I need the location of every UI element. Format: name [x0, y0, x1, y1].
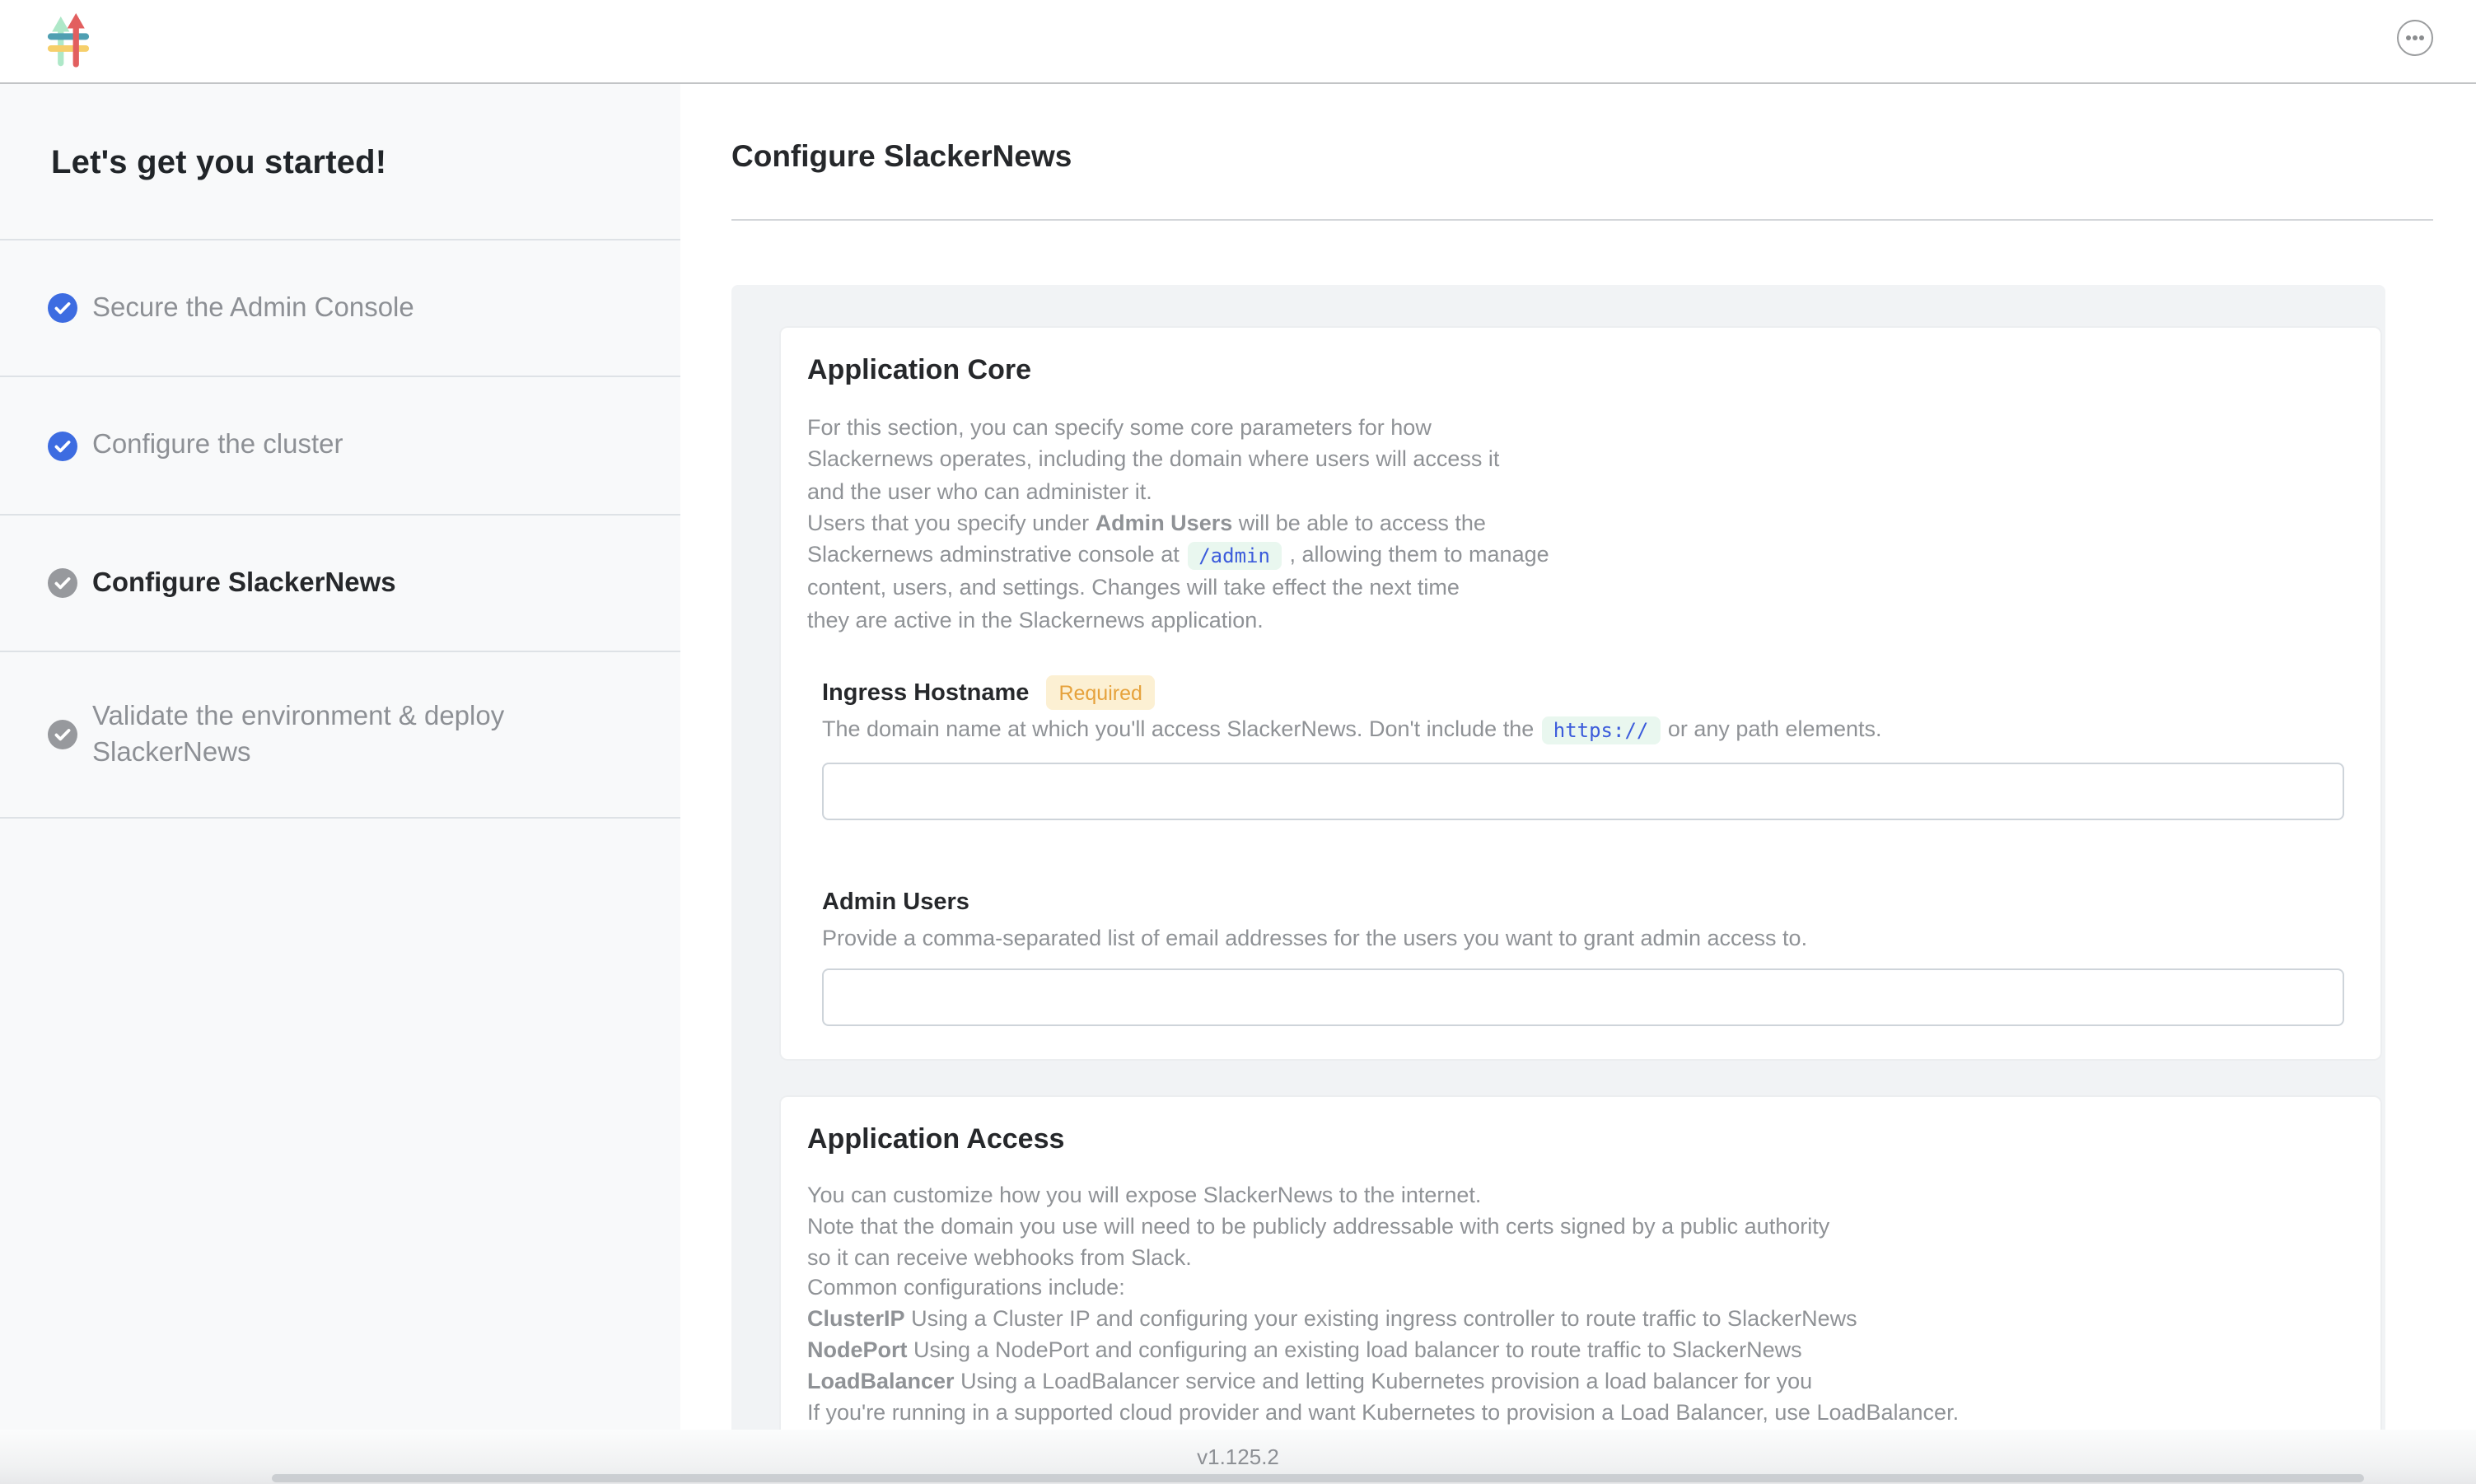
text-segment: and the user who can administer it. [807, 478, 1152, 503]
text-segment: content, users, and settings. Changes wi… [807, 576, 1460, 600]
card-title: Application Access [807, 1120, 2354, 1160]
text-segment: they are active in the Slackernews appli… [807, 608, 1264, 632]
text-segment: Admin Users [1096, 511, 1233, 535]
text-line: If you're running in a supported cloud p… [807, 1398, 2354, 1429]
field-help-text: The domain name at which you'll access S… [822, 713, 2354, 747]
text-segment: Note that the domain you use will need t… [807, 1214, 1829, 1239]
sidebar-step-label: Configure SlackerNews [92, 565, 396, 602]
config-main-area: Configure SlackerNews Application Core F… [731, 84, 2476, 1484]
text-line: For this section, you can specify some c… [807, 412, 2354, 444]
text-segment: , allowing them to manage [1283, 542, 1549, 567]
text-segment: so it can receive webhooks from Slack. [807, 1244, 1192, 1269]
text-segment: If you're running in a supported cloud p… [807, 1399, 1959, 1424]
field-help-text: Provide a comma-separated list of email … [822, 922, 2354, 954]
slackernews-logo-icon [46, 13, 91, 76]
card-description: For this section, you can specify some c… [807, 412, 2354, 636]
text-segment: Provide a comma-separated list of email … [822, 925, 1807, 950]
sidebar-step-secure-admin-console[interactable]: Secure the Admin Console [0, 240, 680, 377]
field-label: Ingress Hostname [822, 676, 1029, 709]
text-segment: ClusterIP [807, 1306, 905, 1331]
card-title: Application Core [807, 351, 2354, 390]
text-segment: Using a Cluster IP and configuring your … [905, 1306, 1857, 1331]
text-line: You can customize how you will expose Sl… [807, 1181, 2354, 1212]
admin-users-field-group: Admin Users Provide a comma-separated li… [822, 885, 2354, 1026]
text-line: ClusterIP Using a Cluster IP and configu… [807, 1304, 2354, 1336]
admin-users-input[interactable] [822, 968, 2344, 1026]
text-segment: will be able to access the [1232, 511, 1486, 535]
app-window: Let's get you started! Secure the Admin … [0, 0, 2476, 1484]
ellipsis-icon [2404, 26, 2427, 49]
sidebar-header: Let's get you started! [0, 84, 680, 240]
text-segment: Common configurations include: [807, 1276, 1125, 1300]
text-line: The domain name at which you'll access S… [822, 713, 2354, 747]
sidebar-step-label: Validate the environment & deploy Slacke… [92, 698, 540, 771]
page-title: Configure SlackerNews [731, 138, 2476, 175]
text-segment: NodePort [807, 1337, 908, 1362]
text-line: they are active in the Slackernews appli… [807, 604, 2354, 637]
setup-steps-sidebar: Let's get you started! Secure the Admin … [0, 84, 680, 1484]
sidebar-step-configure-slackernews[interactable]: Configure SlackerNews [0, 516, 680, 652]
sidebar-step-label: Configure the cluster [92, 427, 343, 464]
text-segment: The domain name at which you'll access S… [822, 716, 1540, 741]
text-line: LoadBalancer Using a LoadBalancer servic… [807, 1367, 2354, 1398]
text-line: Note that the domain you use will need t… [807, 1212, 2354, 1244]
config-groups-panel: Application Core For this section, you c… [731, 285, 2385, 1484]
text-segment: Slackernews operates, including the doma… [807, 447, 1499, 472]
field-label: Admin Users [822, 885, 969, 918]
check-circle-icon [48, 293, 77, 323]
sidebar-step-configure-cluster[interactable]: Configure the cluster [0, 377, 680, 516]
top-bar [0, 0, 2476, 84]
text-segment: Using a NodePort and configuring an exis… [908, 1337, 1802, 1362]
text-line: content, users, and settings. Changes wi… [807, 572, 2354, 604]
text-line: Common configurations include: [807, 1274, 2354, 1305]
card-description: You can customize how you will expose Sl… [807, 1181, 2354, 1429]
required-badge: Required [1045, 675, 1155, 710]
horizontal-scrollbar-thumb[interactable] [272, 1474, 2364, 1482]
more-menu-button[interactable] [2397, 20, 2433, 56]
text-line: so it can receive webhooks from Slack. [807, 1243, 2354, 1274]
sidebar-step-validate-deploy[interactable]: Validate the environment & deploy Slacke… [0, 652, 680, 819]
application-access-card: Application Access You can customize how… [781, 1097, 2380, 1484]
text-segment: LoadBalancer [807, 1369, 955, 1393]
text-line: and the user who can administer it. [807, 475, 2354, 507]
text-segment: You can customize how you will expose Sl… [807, 1183, 1481, 1207]
check-circle-icon [48, 720, 77, 749]
text-segment: Using a LoadBalancer service and letting… [955, 1369, 1813, 1393]
text-line: Provide a comma-separated list of email … [822, 922, 2354, 954]
application-core-card: Application Core For this section, you c… [781, 328, 2380, 1059]
sidebar-title: Let's get you started! [51, 143, 641, 183]
text-segment: or any path elements. [1661, 716, 1881, 741]
text-line: Slackernews adminstrative console at /ad… [807, 539, 2354, 572]
title-divider [731, 219, 2433, 221]
version-label: v1.125.2 [1197, 1444, 1279, 1469]
sidebar-step-label: Secure the Admin Console [92, 290, 414, 327]
inline-code: /admin [1187, 541, 1282, 569]
text-segment: For this section, you can specify some c… [807, 415, 1432, 440]
ingress-hostname-field-group: Ingress Hostname Required The domain nam… [822, 675, 2354, 819]
text-segment: Users that you specify under [807, 511, 1096, 535]
text-line: NodePort Using a NodePort and configurin… [807, 1336, 2354, 1367]
text-line: Slackernews operates, including the doma… [807, 444, 2354, 476]
check-circle-icon [48, 431, 77, 460]
inline-code: https:// [1542, 716, 1661, 744]
ingress-hostname-input[interactable] [822, 762, 2344, 819]
text-line: Users that you specify under Admin Users… [807, 507, 2354, 539]
check-circle-icon [48, 568, 77, 598]
text-segment: Slackernews adminstrative console at [807, 542, 1185, 567]
horizontal-scrollbar [0, 1472, 2476, 1484]
